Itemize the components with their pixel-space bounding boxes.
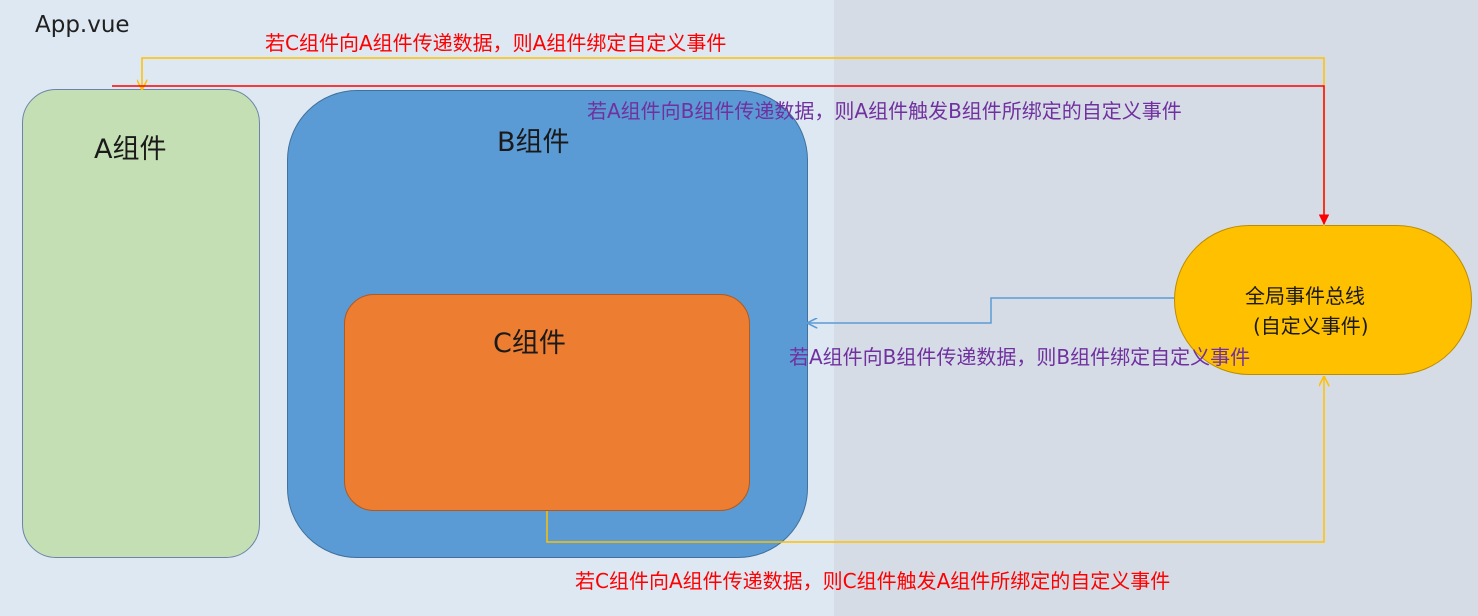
note-c-to-a-emit: 若C组件向A组件传递数据，则C组件触发A组件所绑定的自定义事件 [575, 569, 1171, 593]
yellow-arrow-component-c-to-bus [546, 377, 1324, 543]
note-a-to-b-bind: 若A组件向B组件传递数据，则B组件绑定自定义事件 [789, 345, 1251, 369]
component-a-label: A组件 [94, 134, 167, 165]
yellow-arrow-bus-to-component-a [142, 57, 1325, 226]
component-b-label: B组件 [497, 127, 570, 158]
blue-arrow-bus-to-component-b [808, 297, 1174, 323]
note-a-to-b-emit: 若A组件向B组件传递数据，则A组件触发B组件所绑定的自定义事件 [587, 99, 1182, 123]
event-bus-sublabel: (自定义事件) [1253, 314, 1369, 338]
note-c-to-a-bind: 若C组件向A组件传递数据，则A组件绑定自定义事件 [265, 31, 727, 55]
event-bus-label: 全局事件总线 [1245, 284, 1365, 308]
component-c-label: C组件 [493, 328, 566, 359]
